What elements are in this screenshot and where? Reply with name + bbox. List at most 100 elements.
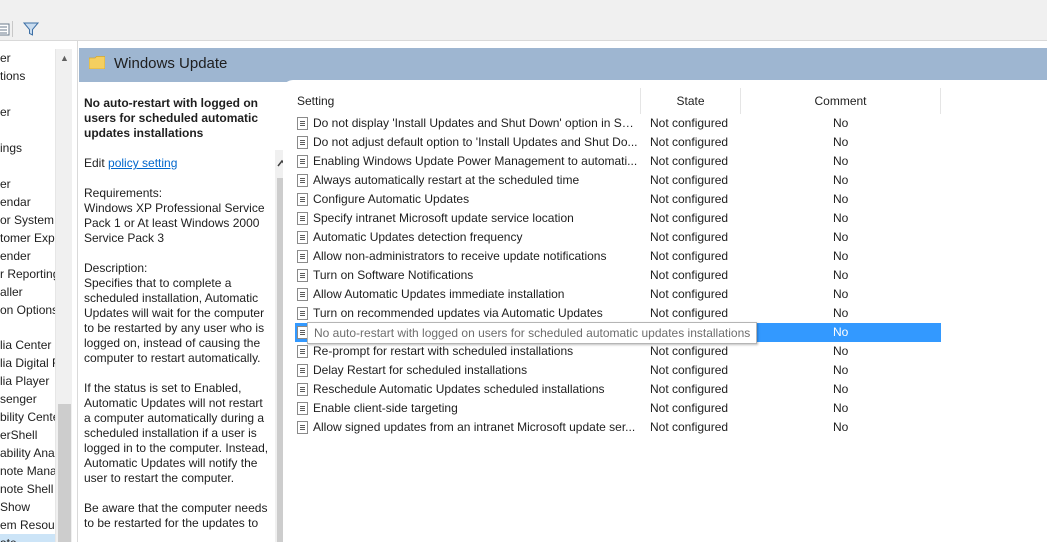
setting-name: Turn on recommended updates via Automati… [313,306,603,320]
tree-item[interactable]: or System [0,211,56,229]
edit-policy-link[interactable]: policy setting [108,156,177,170]
edit-prefix: Edit [84,156,105,170]
setting-comment: No [833,173,849,187]
setting-name: Allow non-administrators to receive upda… [313,249,607,263]
setting-state: Not configured [650,363,729,377]
setting-row[interactable]: Specify intranet Microsoft update servic… [295,209,941,228]
policy-setting-icon [297,288,308,301]
column-header-setting[interactable]: Setting [291,88,641,114]
tree-item[interactable]: lia Digital F [0,354,59,372]
policy-setting-icon [297,117,308,130]
tree-item[interactable]: er [0,175,56,193]
tree-item[interactable]: Show [0,498,56,516]
setting-name: Always automatically restart at the sche… [313,173,580,187]
tree-item[interactable]: r Reporting [0,265,59,283]
setting-row[interactable]: Configure Automatic Updates Not configure… [295,190,941,209]
policy-setting-icon [297,383,308,396]
setting-name-tooltip: No auto-restart with logged on users for… [307,322,758,344]
tree-item[interactable]: tions [0,67,56,85]
tree-item[interactable]: aller [0,283,56,301]
setting-comment: No [833,116,849,130]
setting-state: Not configured [650,192,729,206]
policy-setting-icon [297,193,308,206]
toolbar [0,0,1047,41]
policy-setting-icon [297,345,308,358]
policy-setting-icon [297,155,308,168]
description-pane: No auto-restart with logged on users for… [79,82,289,542]
setting-row[interactable]: Allow Automatic Updates immediate instal… [295,285,941,304]
setting-row[interactable]: Re-prompt for restart with scheduled ins… [295,342,941,361]
tree-scrollbar[interactable]: ▲ [55,49,72,542]
tree-item[interactable]: note Shell [0,480,56,498]
tree-item[interactable]: er [0,103,56,121]
tree-item[interactable]: senger [0,390,56,408]
policy-setting-icon [297,269,308,282]
setting-name: Reschedule Automatic Updates scheduled i… [313,382,605,396]
policy-setting-icon [297,231,308,244]
toolbar-separator [12,21,13,37]
policy-setting-icon [297,136,308,149]
setting-state: Not configured [650,173,729,187]
tree-item[interactable]: lia Center [0,336,56,354]
setting-name: Enabling Windows Update Power Management… [313,154,638,168]
tree-item[interactable]: endar [0,193,56,211]
tree-item[interactable]: note Manag [0,462,63,480]
setting-row[interactable]: Enable client-side targeting Not configur… [295,399,941,418]
setting-row[interactable]: Allow non-administrators to receive upda… [295,247,941,266]
setting-name: Specify intranet Microsoft update servic… [313,211,574,225]
tree-item[interactable]: lia Player [0,372,56,390]
setting-name: Turn on Software Notifications [313,268,474,282]
policy-setting-icon [297,212,308,225]
setting-comment: No [833,135,849,149]
setting-row[interactable]: Delay Restart for scheduled installation… [295,361,941,380]
setting-comment: No [833,420,849,434]
tree-item[interactable]: tomer Expe [0,229,61,247]
tree-item[interactable]: er [0,49,56,67]
setting-name: Allow signed updates from an intranet Mi… [313,420,636,434]
category-header: Windows Update [79,48,1047,82]
setting-row[interactable]: Do not adjust default option to 'Install… [295,133,941,152]
setting-row[interactable]: Turn on Software Notifications Not config… [295,266,941,285]
column-header-comment[interactable]: Comment [741,88,941,114]
setting-state: Not configured [650,249,729,263]
setting-row[interactable]: Turn on recommended updates via Automati… [295,304,941,323]
tree-item[interactable]: erShell [0,426,56,444]
setting-comment: No [833,363,849,377]
setting-state: Not configured [650,382,729,396]
setting-row[interactable]: Enabling Windows Update Power Management… [295,152,941,171]
folder-icon [89,56,105,69]
setting-row[interactable]: Always automatically restart at the sche… [295,171,941,190]
tree-item[interactable]: ender [0,247,56,265]
aware-text: Be aware that the computer needs to be r… [84,501,268,530]
setting-state: Not configured [650,287,729,301]
setting-name: Do not display 'Install Updates and Shut… [313,116,638,130]
setting-row[interactable]: No auto-restart with logged on users for… [295,322,941,344]
setting-state: Not configured [650,230,729,244]
column-header-state[interactable]: State [641,88,741,114]
setting-row[interactable]: Automatic Updates detection frequency Not… [295,228,941,247]
setting-state: Not configured [650,268,729,282]
setting-row[interactable]: Allow signed updates from an intranet Mi… [295,418,941,437]
setting-row[interactable]: Do not display 'Install Updates and Shut… [295,114,941,133]
filter-icon[interactable] [22,20,40,38]
tree-item[interactable]: em Resour [0,516,59,534]
properties-icon[interactable] [0,20,12,38]
requirements-text: Requirements: Windows XP Professional Se… [84,186,265,245]
scroll-up-icon[interactable]: ▲ [56,49,73,66]
setting-state: Not configured [650,420,729,434]
tree-item[interactable] [0,317,56,335]
tree-item[interactable]: bility Cente [0,408,59,426]
setting-row[interactable]: Reschedule Automatic Updates scheduled i… [295,380,941,399]
setting-state: Not configured [650,211,729,225]
tree-item[interactable]: ability Anal [0,444,57,462]
setting-name: Allow Automatic Updates immediate instal… [313,287,565,301]
policy-setting-icon [297,174,308,187]
setting-comment: No [833,401,849,415]
tree-item[interactable]: ate [0,534,56,542]
tree-scroll-thumb[interactable] [58,404,71,542]
policy-setting-icon [297,421,308,434]
tree-item[interactable]: ings [0,139,56,157]
setting-name: Delay Restart for scheduled installation… [313,363,528,377]
setting-state: Not configured [650,306,729,320]
navigation-tree: er tions er ings er endar or System tomer Expe e… [0,41,78,542]
